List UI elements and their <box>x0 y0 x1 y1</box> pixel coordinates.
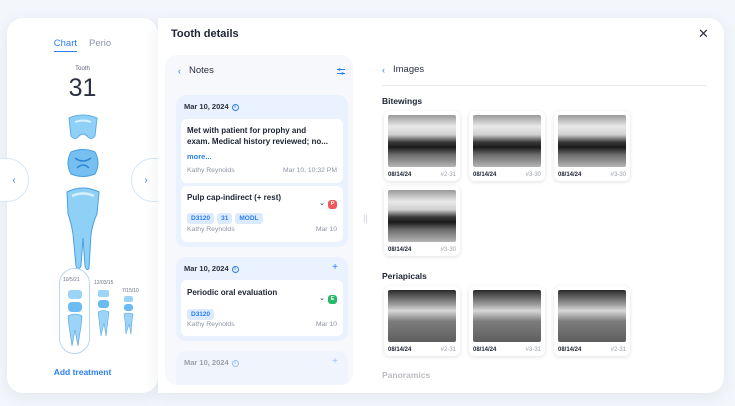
note-group: Mar 10, 2024 i + Periodic oral evaluation… <box>176 257 348 341</box>
surface-chip: MODL <box>235 213 263 224</box>
modal-title: Tooth details <box>171 28 239 40</box>
tooth-occlusal-view-icon <box>67 149 99 177</box>
history-date: 7/15/10 <box>122 288 139 294</box>
code-chip: D3120 <box>187 309 215 320</box>
plus-icon: + <box>332 262 338 273</box>
resize-handle[interactable]: || <box>363 213 368 223</box>
section-title-periapicals: Periapicals <box>382 271 427 281</box>
close-button[interactable]: ✕ <box>698 26 709 42</box>
note-text-line: exam. Medical history reviewed; no... <box>187 137 328 146</box>
tooth-label: Tooth <box>75 66 90 72</box>
images-title: Images <box>393 64 425 75</box>
xray-thumbnail[interactable]: 08/14/24 #3-30 <box>384 186 460 256</box>
add-treatment-button[interactable]: Add treatment <box>7 367 158 377</box>
section-title-bitewings: Bitewings <box>382 96 423 106</box>
chevron-down-icon[interactable]: ⌄ <box>319 295 325 302</box>
note-group-date: Mar 10, 2024 i <box>184 264 239 273</box>
xray-image <box>558 115 626 167</box>
info-icon[interactable]: i <box>231 359 239 367</box>
procedure-card[interactable]: Pulp cap-indirect (+ rest) ⌄ P D3120 31 MOD… <box>181 186 343 242</box>
procedure-status: ⌄ E <box>319 287 337 305</box>
status-badge: P <box>328 200 337 209</box>
status-badge: E <box>328 295 337 304</box>
notes-header: ‹ Notes <box>178 65 214 76</box>
plus-icon: + <box>332 356 338 367</box>
xray-image <box>558 290 626 342</box>
close-icon: ✕ <box>698 26 709 41</box>
history-date: 12/03/15 <box>94 280 114 286</box>
note-more-link[interactable]: more... <box>187 152 212 161</box>
note-group-date: Mar 10, 2024 i <box>184 102 239 111</box>
procedure-title: Pulp cap-indirect (+ rest) <box>187 193 282 202</box>
add-note-button[interactable]: + <box>332 262 338 273</box>
chevron-down-icon[interactable]: ⌄ <box>319 200 325 207</box>
images-divider <box>382 85 707 86</box>
xray-thumbnail[interactable]: 08/14/24 #3-30 <box>469 111 545 181</box>
notes-title: Notes <box>189 65 214 76</box>
note-group: Mar 10, 2024 i Met with patient for proph… <box>176 95 348 247</box>
procedure-chips: D3120 <box>187 303 217 321</box>
note-group-date: Mar 10, 2024 i <box>184 358 239 367</box>
chevron-left-icon[interactable]: ‹ <box>178 66 181 76</box>
tooth-chip: 31 <box>217 213 233 224</box>
xray-image <box>388 290 456 342</box>
next-tooth-button[interactable]: › <box>131 158 161 202</box>
tab-perio[interactable]: Perio <box>89 38 111 52</box>
chevron-left-icon[interactable]: ‹ <box>382 65 385 75</box>
procedure-chips: D3120 31 MODL <box>187 207 266 225</box>
tooth-lingual-view-icon <box>66 187 100 271</box>
tooth-buccal-view-icon <box>68 114 98 139</box>
info-icon[interactable]: i <box>231 265 239 273</box>
chevron-right-icon: › <box>144 174 148 186</box>
notes-panel: ‹ Notes Mar 10, 2024 i Met with patient f… <box>165 55 353 385</box>
procedure-card[interactable]: Periodic oral evaluation ⌄ E D3120 Kathy … <box>181 280 343 336</box>
note-text-line: Met with patient for prophy and <box>187 126 307 135</box>
xray-thumbnail[interactable]: 08/14/24 #2-31 <box>384 111 460 181</box>
note-meta: Kathy Reynolds Mar 10, 10:32 PM <box>187 167 337 174</box>
xray-image <box>388 190 456 242</box>
note-meta: Kathy Reynolds Mar 10 <box>187 321 337 328</box>
xray-thumbnail[interactable]: 08/14/24 #3-31 <box>469 286 545 356</box>
info-icon[interactable]: i <box>231 103 239 111</box>
xray-image <box>473 115 541 167</box>
section-title-panoramics: Panoramics <box>382 370 431 380</box>
history-date: 10/5/21 <box>63 277 80 283</box>
note-group: Mar 10, 2024 i + <box>176 351 348 385</box>
tooth-panel: Chart Perio Tooth 31 ‹ › 10/5/21 12/03/1… <box>0 18 161 393</box>
chart-perio-tabs: Chart Perio <box>7 38 158 52</box>
images-header: ‹ Images <box>382 64 424 75</box>
tooth-history-icon[interactable] <box>123 296 135 336</box>
xray-thumbnail[interactable]: 08/14/24 #3-30 <box>554 111 630 181</box>
tab-chart[interactable]: Chart <box>53 38 78 52</box>
xray-thumbnail[interactable]: 08/14/24 #2-31 <box>554 286 630 356</box>
procedure-title: Periodic oral evaluation <box>187 288 278 297</box>
tooth-details-modal: Tooth details ✕ ‹ Notes Mar 10, 2024 i Me… <box>158 18 724 393</box>
code-chip: D3120 <box>187 213 215 224</box>
prev-tooth-button[interactable]: ‹ <box>0 158 29 202</box>
add-note-button[interactable]: + <box>332 356 338 367</box>
filter-icon[interactable] <box>337 68 345 75</box>
tooth-number: 31 <box>68 74 97 102</box>
chevron-left-icon: ‹ <box>12 174 16 186</box>
tooth-history-icon[interactable] <box>97 290 111 338</box>
note-meta: Kathy Reynolds Mar 10 <box>187 226 337 233</box>
xray-image <box>473 290 541 342</box>
xray-thumbnail[interactable]: 08/14/24 #2-31 <box>384 286 460 356</box>
procedure-status: ⌄ P <box>319 192 337 210</box>
xray-image <box>388 115 456 167</box>
tooth-history-icon <box>67 290 83 347</box>
note-card[interactable]: Met with patient for prophy and exam. Me… <box>181 119 343 183</box>
